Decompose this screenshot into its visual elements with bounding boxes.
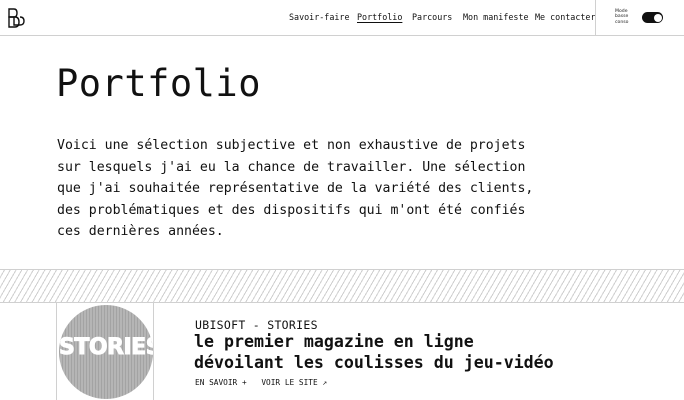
nav-savoir-faire[interactable]: Savoir-faire <box>289 12 350 22</box>
mode-label: Mode basse conso <box>615 9 637 25</box>
site-header: Savoir-faire Portfolio Parcours Mon mani… <box>0 0 684 36</box>
intro-line: que j'ai souhaitée représentative de la … <box>57 181 534 196</box>
stories-logo-text: STORIES <box>59 335 153 361</box>
page-title: Portfolio <box>56 62 261 105</box>
project-thumbnail[interactable]: STORIES <box>56 303 154 400</box>
mode-label-line: conso <box>615 19 629 25</box>
project-headline: le premier magazine en ligne dévoilant l… <box>194 331 554 373</box>
nav-mon-manifeste[interactable]: Mon manifeste <box>463 12 529 22</box>
stories-logo: STORIES <box>59 305 153 399</box>
intro-paragraph: Voici une sélection subjective et non ex… <box>57 135 577 243</box>
hatched-divider <box>0 269 684 303</box>
project-actions: EN SAVOIR + VOIR LE SITE ↗ <box>195 378 337 387</box>
nav-portfolio[interactable]: Portfolio <box>357 12 402 22</box>
headline-line: le premier magazine en ligne <box>194 332 474 351</box>
intro-line: ces dernières années. <box>57 224 224 239</box>
toggle-knob <box>653 13 662 22</box>
intro-line: Voici une sélection subjective et non ex… <box>57 138 526 153</box>
headline-line: dévoilant les coulisses du jeu-vidéo <box>194 353 554 372</box>
project-card: STORIES UBISOFT - STORIES le premier mag… <box>0 303 684 400</box>
nav-parcours[interactable]: Parcours <box>412 12 452 22</box>
low-consumption-toggle[interactable] <box>642 12 663 23</box>
main-nav: Savoir-faire Portfolio Parcours Mon mani… <box>0 12 684 26</box>
mode-divider <box>595 0 596 36</box>
nav-me-contacter[interactable]: Me contacter <box>535 12 596 22</box>
visit-site-link[interactable]: VOIR LE SITE ↗ <box>261 378 327 387</box>
intro-line: des problématiques et des dispositifs qu… <box>57 202 526 218</box>
intro-line: sur lesquels j'ai eu la chance de travai… <box>57 159 526 175</box>
project-client: UBISOFT - STORIES <box>195 318 318 332</box>
learn-more-link[interactable]: EN SAVOIR + <box>195 378 247 387</box>
